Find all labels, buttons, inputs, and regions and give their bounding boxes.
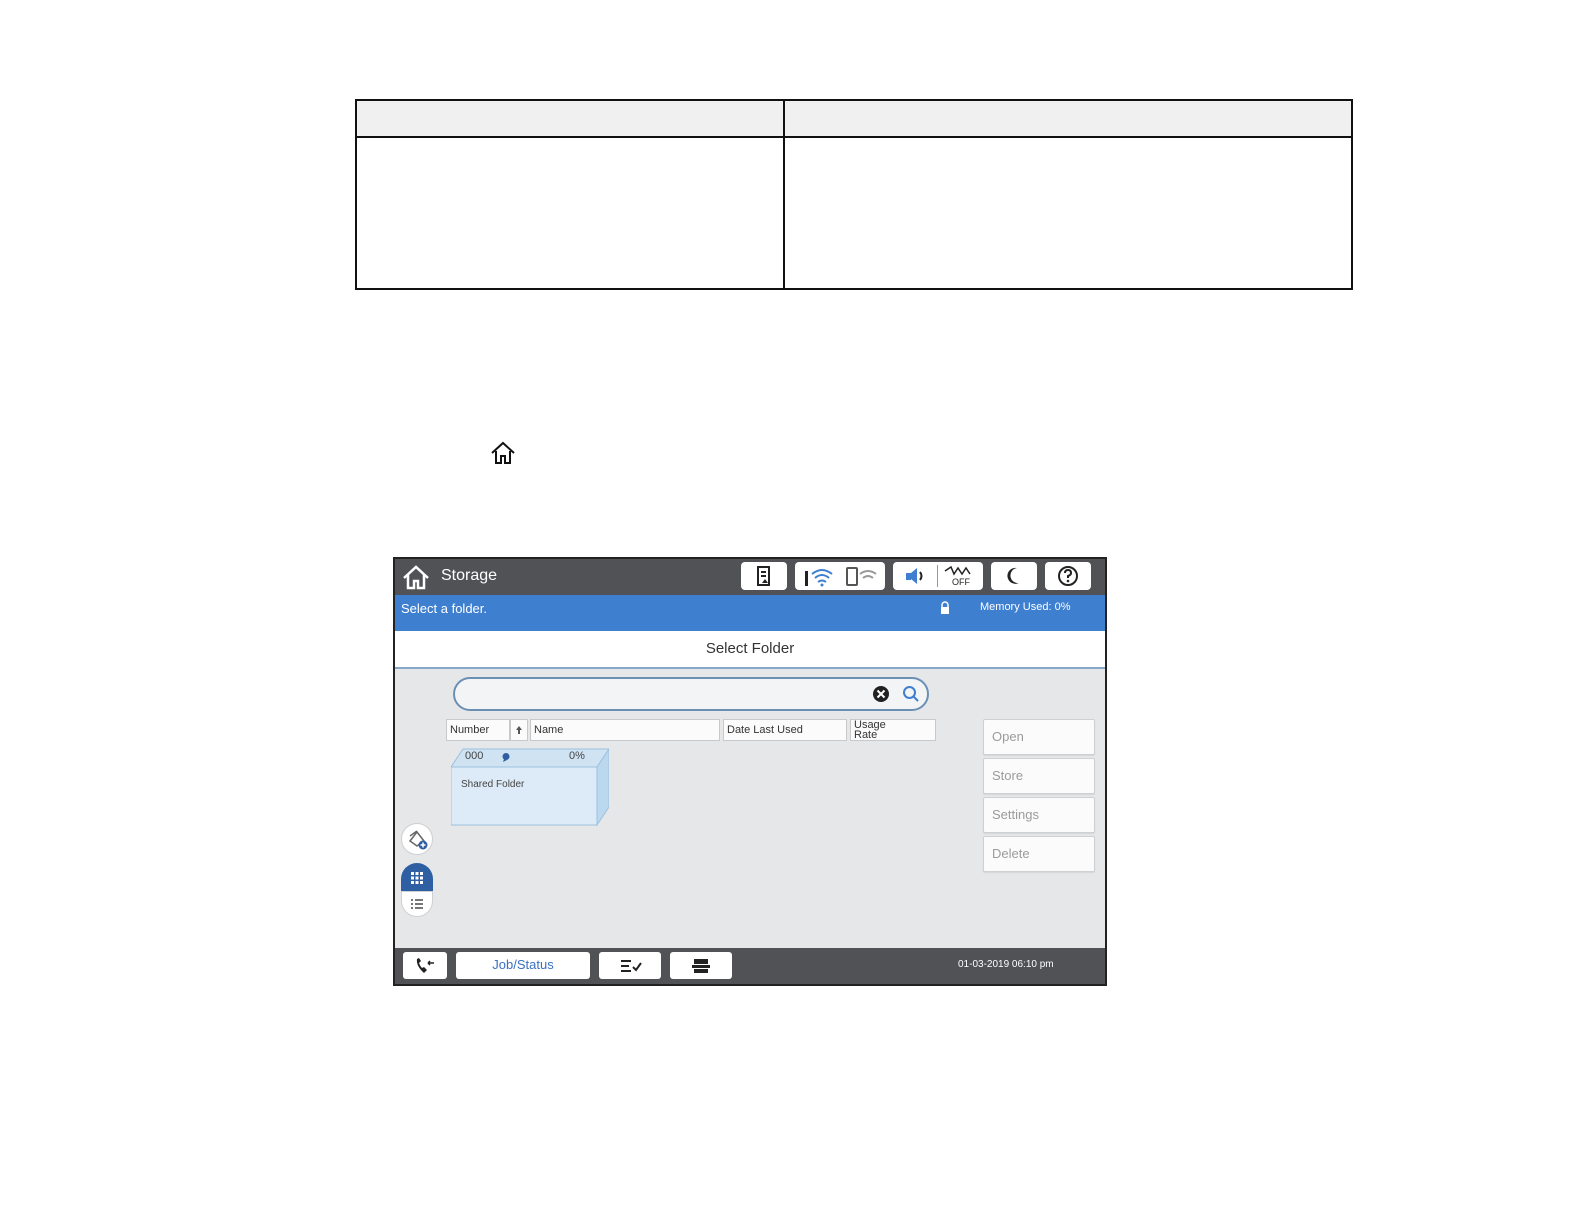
search-icon[interactable] bbox=[902, 685, 920, 703]
help-icon bbox=[1058, 566, 1078, 586]
device-screen: Storage OFF Select a folder. Memory Used… bbox=[393, 557, 1107, 986]
phone-icon bbox=[416, 958, 434, 973]
job-list-icon bbox=[621, 960, 642, 972]
doc-table bbox=[355, 99, 1353, 290]
sort-ascending-icon bbox=[516, 726, 522, 734]
column-usage-label-line2: Rate bbox=[854, 729, 878, 741]
sound-icon bbox=[906, 568, 923, 584]
memory-used: Memory Used: 0% bbox=[980, 601, 1071, 613]
search-input[interactable] bbox=[469, 684, 863, 706]
column-date-last-used[interactable]: Date Last Used bbox=[723, 719, 847, 741]
column-name-label: Name bbox=[534, 724, 564, 736]
status-bar: Select a folder. Memory Used: 0% bbox=[395, 595, 1105, 631]
folder-name: Shared Folder bbox=[461, 779, 525, 790]
wifi-icon bbox=[805, 569, 833, 587]
sleep-icon bbox=[1007, 567, 1019, 584]
settings-button[interactable]: Settings bbox=[983, 797, 1095, 833]
folder-header: Select Folder bbox=[395, 631, 1105, 669]
job-status-label: Job/Status bbox=[492, 957, 554, 972]
doc-table-divider bbox=[783, 101, 785, 288]
lock-icon bbox=[941, 601, 949, 614]
screen-title: Storage bbox=[441, 567, 498, 584]
home-icon bbox=[491, 441, 515, 464]
column-date-label: Date Last Used bbox=[727, 724, 803, 736]
column-usage-rate[interactable]: Usage Rate bbox=[850, 719, 936, 741]
job-status-button[interactable]: Job/Status bbox=[456, 952, 590, 979]
title-bar: Storage OFF bbox=[395, 559, 1105, 595]
printer-icon bbox=[692, 959, 710, 973]
grid-icon bbox=[411, 872, 423, 884]
sleep-button[interactable] bbox=[991, 562, 1037, 590]
svg-text:OFF: OFF bbox=[952, 577, 970, 587]
add-folder-icon bbox=[408, 830, 428, 850]
home-button-icon[interactable] bbox=[401, 563, 431, 591]
printer-status-button[interactable] bbox=[670, 952, 732, 979]
sound-fax-button[interactable]: OFF bbox=[893, 562, 983, 590]
datetime: 01-03-2019 06:10 pm bbox=[958, 959, 1054, 970]
open-button[interactable]: Open bbox=[983, 719, 1095, 755]
job-list-button[interactable] bbox=[599, 952, 661, 979]
folder-usage: 0% bbox=[569, 750, 585, 762]
open-label: Open bbox=[992, 729, 1024, 744]
search-box[interactable] bbox=[453, 677, 929, 711]
store-label: Store bbox=[992, 768, 1024, 783]
help-button[interactable] bbox=[1045, 562, 1091, 590]
settings-label: Settings bbox=[992, 807, 1039, 822]
fax-log-button[interactable] bbox=[403, 952, 447, 979]
list-icon bbox=[411, 899, 423, 909]
bottom-bar: Job/Status 01-03-2019 06:10 pm bbox=[395, 948, 1105, 984]
comment-icon bbox=[502, 753, 510, 762]
wifi-direct-icon bbox=[846, 567, 877, 586]
ink-status-button[interactable] bbox=[741, 562, 787, 590]
column-number[interactable]: Number bbox=[446, 719, 510, 741]
fax-off-icon: OFF bbox=[944, 565, 971, 587]
doc-table-header bbox=[357, 101, 1351, 138]
add-folder-button[interactable] bbox=[401, 823, 433, 855]
ink-status-icon bbox=[757, 566, 770, 586]
status-message: Select a folder. bbox=[401, 601, 487, 616]
delete-button[interactable]: Delete bbox=[983, 836, 1095, 872]
column-number-label: Number bbox=[450, 724, 490, 736]
delete-label: Delete bbox=[992, 846, 1030, 861]
list-view-button[interactable] bbox=[401, 891, 433, 917]
page-title: Select Folder bbox=[705, 640, 795, 657]
folder-number: 000 bbox=[465, 750, 484, 762]
column-name[interactable]: Name bbox=[530, 719, 720, 741]
toolbar-divider bbox=[937, 565, 938, 587]
store-button[interactable]: Store bbox=[983, 758, 1095, 794]
network-button[interactable] bbox=[795, 562, 885, 590]
clear-icon[interactable] bbox=[872, 685, 890, 703]
folder-tile[interactable]: 000 0% Shared Folder bbox=[451, 747, 609, 827]
sort-button[interactable] bbox=[510, 719, 528, 741]
grid-view-button[interactable] bbox=[401, 863, 433, 891]
